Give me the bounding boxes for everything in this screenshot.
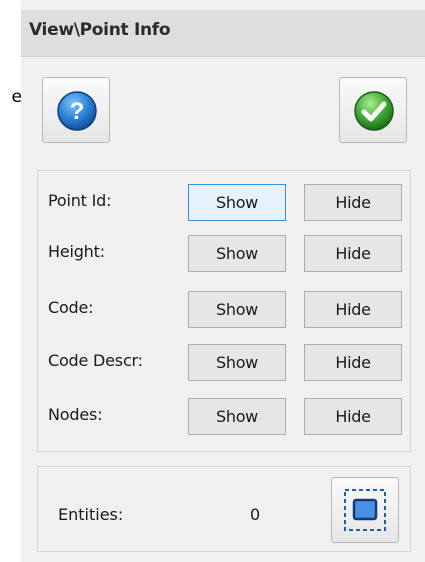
row-label: Height: — [48, 242, 105, 261]
point-info-panel: View\Point Info ? Point Id: Show Hide He… — [21, 0, 425, 562]
row-label: Point Id: — [48, 191, 112, 210]
entities-count: 0 — [250, 505, 261, 524]
hide-code-descr-button[interactable]: Hide — [304, 344, 402, 381]
show-nodes-button[interactable]: Show — [188, 398, 286, 435]
selection-rectangle-icon — [344, 489, 386, 531]
ok-button[interactable] — [339, 77, 407, 143]
clipped-background-text: e — [11, 87, 22, 107]
row-code: Code: Show Hide — [38, 288, 410, 332]
hide-code-button[interactable]: Hide — [304, 291, 402, 328]
row-code-descr: Code Descr: Show Hide — [38, 341, 410, 385]
row-label: Code: — [48, 298, 94, 317]
row-point-id: Point Id: Show Hide — [38, 181, 410, 225]
panel-header: View\Point Info — [21, 10, 425, 57]
show-height-button[interactable]: Show — [188, 235, 286, 272]
row-label: Code Descr: — [48, 351, 143, 370]
show-point-id-button[interactable]: Show — [188, 184, 286, 221]
show-code-button[interactable]: Show — [188, 291, 286, 328]
show-code-descr-button[interactable]: Show — [188, 344, 286, 381]
svg-text:?: ? — [70, 98, 85, 125]
entities-group: Entities: 0 — [37, 466, 411, 552]
entities-label: Entities: — [58, 505, 124, 524]
hide-nodes-button[interactable]: Hide — [304, 398, 402, 435]
hide-height-button[interactable]: Hide — [304, 235, 402, 272]
panel-title: View\Point Info — [29, 20, 171, 40]
hide-point-id-button[interactable]: Hide — [304, 184, 402, 221]
help-question-icon: ? — [57, 91, 97, 131]
help-button[interactable]: ? — [42, 77, 110, 143]
row-nodes: Nodes: Show Hide — [38, 395, 410, 439]
row-label: Nodes: — [48, 405, 103, 424]
green-check-icon — [354, 91, 394, 131]
select-entities-button[interactable] — [331, 477, 399, 543]
row-height: Height: Show Hide — [38, 232, 410, 276]
visibility-options-group: Point Id: Show Hide Height: Show Hide Co… — [37, 170, 411, 452]
